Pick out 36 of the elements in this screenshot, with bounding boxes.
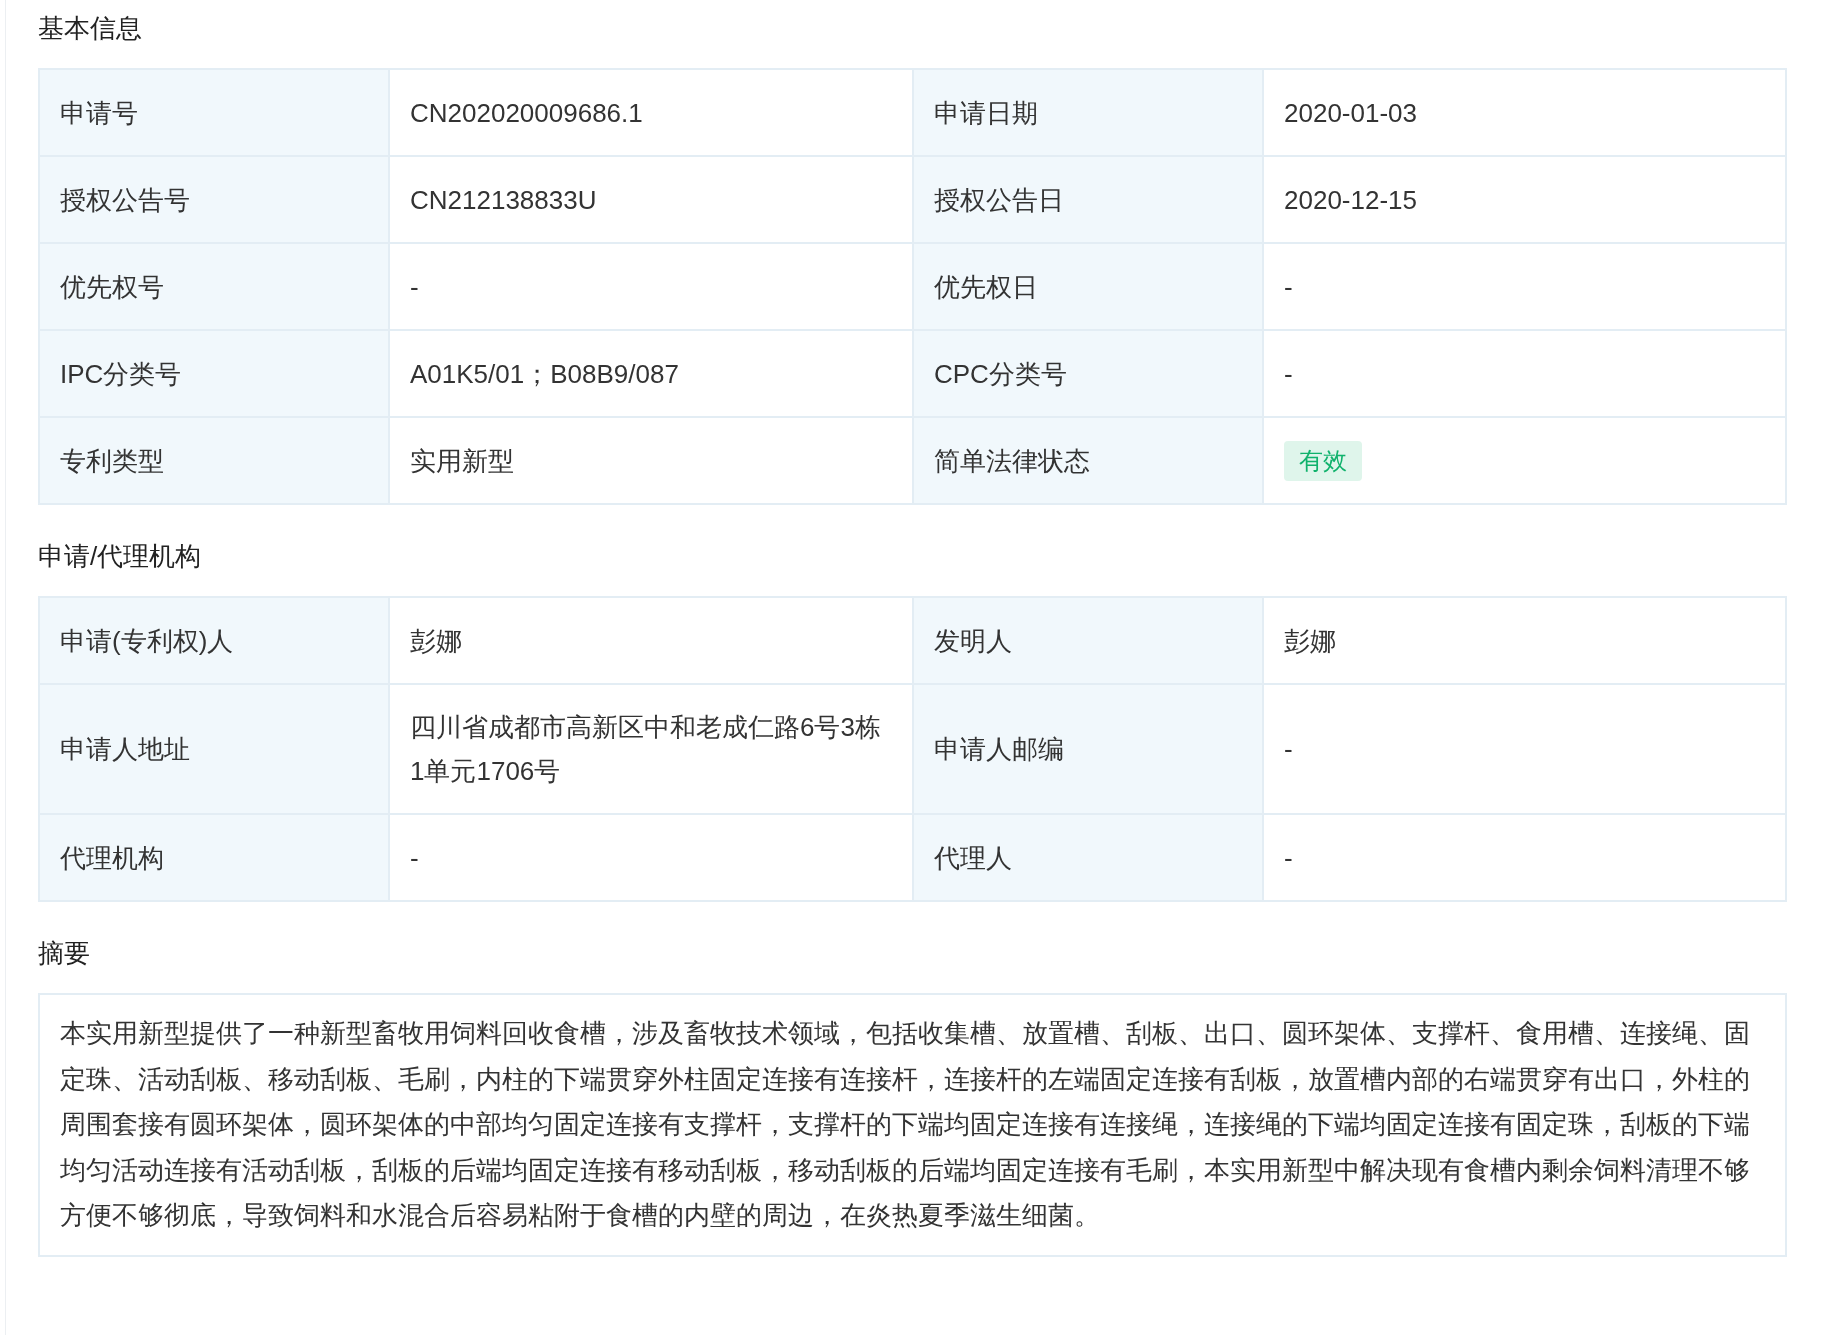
section-title: 申请/代理机构 (38, 540, 203, 573)
field-label: 代理人 (914, 815, 1264, 902)
field-value: 2020-01-03 (1284, 96, 1417, 130)
field-value: - (1284, 270, 1293, 304)
field-value: 四川省成都市高新区中和老成仁路6号3栋1单元1706号 (410, 711, 882, 788)
field-value: CN212138833U (410, 183, 597, 217)
field-label: IPC分类号 (40, 331, 390, 418)
field-label: 专利类型 (40, 418, 390, 505)
field-label: 申请日期 (914, 70, 1264, 157)
field-value: - (1284, 733, 1293, 766)
field-label: 简单法律状态 (914, 418, 1264, 505)
section-title: 摘要 (38, 937, 91, 970)
field-label: CPC分类号 (914, 331, 1264, 418)
field-label: 申请人邮编 (914, 685, 1264, 815)
field-label: 申请人地址 (40, 685, 390, 815)
field-value: 彭娜 (410, 624, 462, 658)
abstract-text: 本实用新型提供了一种新型畜牧用饲料回收食槽，涉及畜牧技术领域，包括收集槽、放置槽、刮板、出口、圆环架体、支撑杆、食用槽、连接绳、固定珠、活动刮板、移动刮板、毛刷，内柱的下端贯穿外柱固定连接有连接杆，连接杆的左端固定连接有刮板，放置槽内部的右端贯穿有出口，外柱的周围套接有圆环架体，圆环架体的中部均匀固定连接有支撑杆，支撑杆的下端均固定连接有连接绳，连接绳的下端均固定连接有固定珠，刮板的下端均匀活动连接有活动刮板，刮板的后端均固定连接有移动刮板，移动刮板的后端均固定连接有毛刷，本实用新型中解决现有食槽内剩余饲料清理不够方便不够彻底，导致饲料和水混合后容易粘附于食槽的内壁的周边，在炎热夏季滋生细菌。 (60, 1017, 1751, 1232)
field-value: - (410, 841, 419, 875)
field-value: 实用新型 (410, 444, 514, 478)
field-value: 彭娜 (1284, 624, 1336, 658)
field-label: 授权公告号 (40, 157, 390, 244)
field-value: 2020-12-15 (1284, 183, 1417, 217)
field-label: 发明人 (914, 598, 1264, 685)
field-label: 申请号 (40, 70, 390, 157)
field-label: 授权公告日 (914, 157, 1264, 244)
field-label: 优先权日 (914, 244, 1264, 331)
field-value: CN202020009686.1 (410, 96, 643, 130)
section-title: 基本信息 (38, 12, 143, 45)
status-tag: 有效 (1284, 440, 1362, 481)
field-value: - (1284, 357, 1293, 391)
field-value: - (1284, 841, 1293, 875)
field-label: 优先权号 (40, 244, 390, 331)
field-label: 申请(专利权)人 (40, 598, 390, 685)
field-value: - (410, 270, 419, 304)
field-label: 代理机构 (40, 815, 390, 902)
field-value: A01K5/01；B08B9/087 (410, 357, 679, 391)
